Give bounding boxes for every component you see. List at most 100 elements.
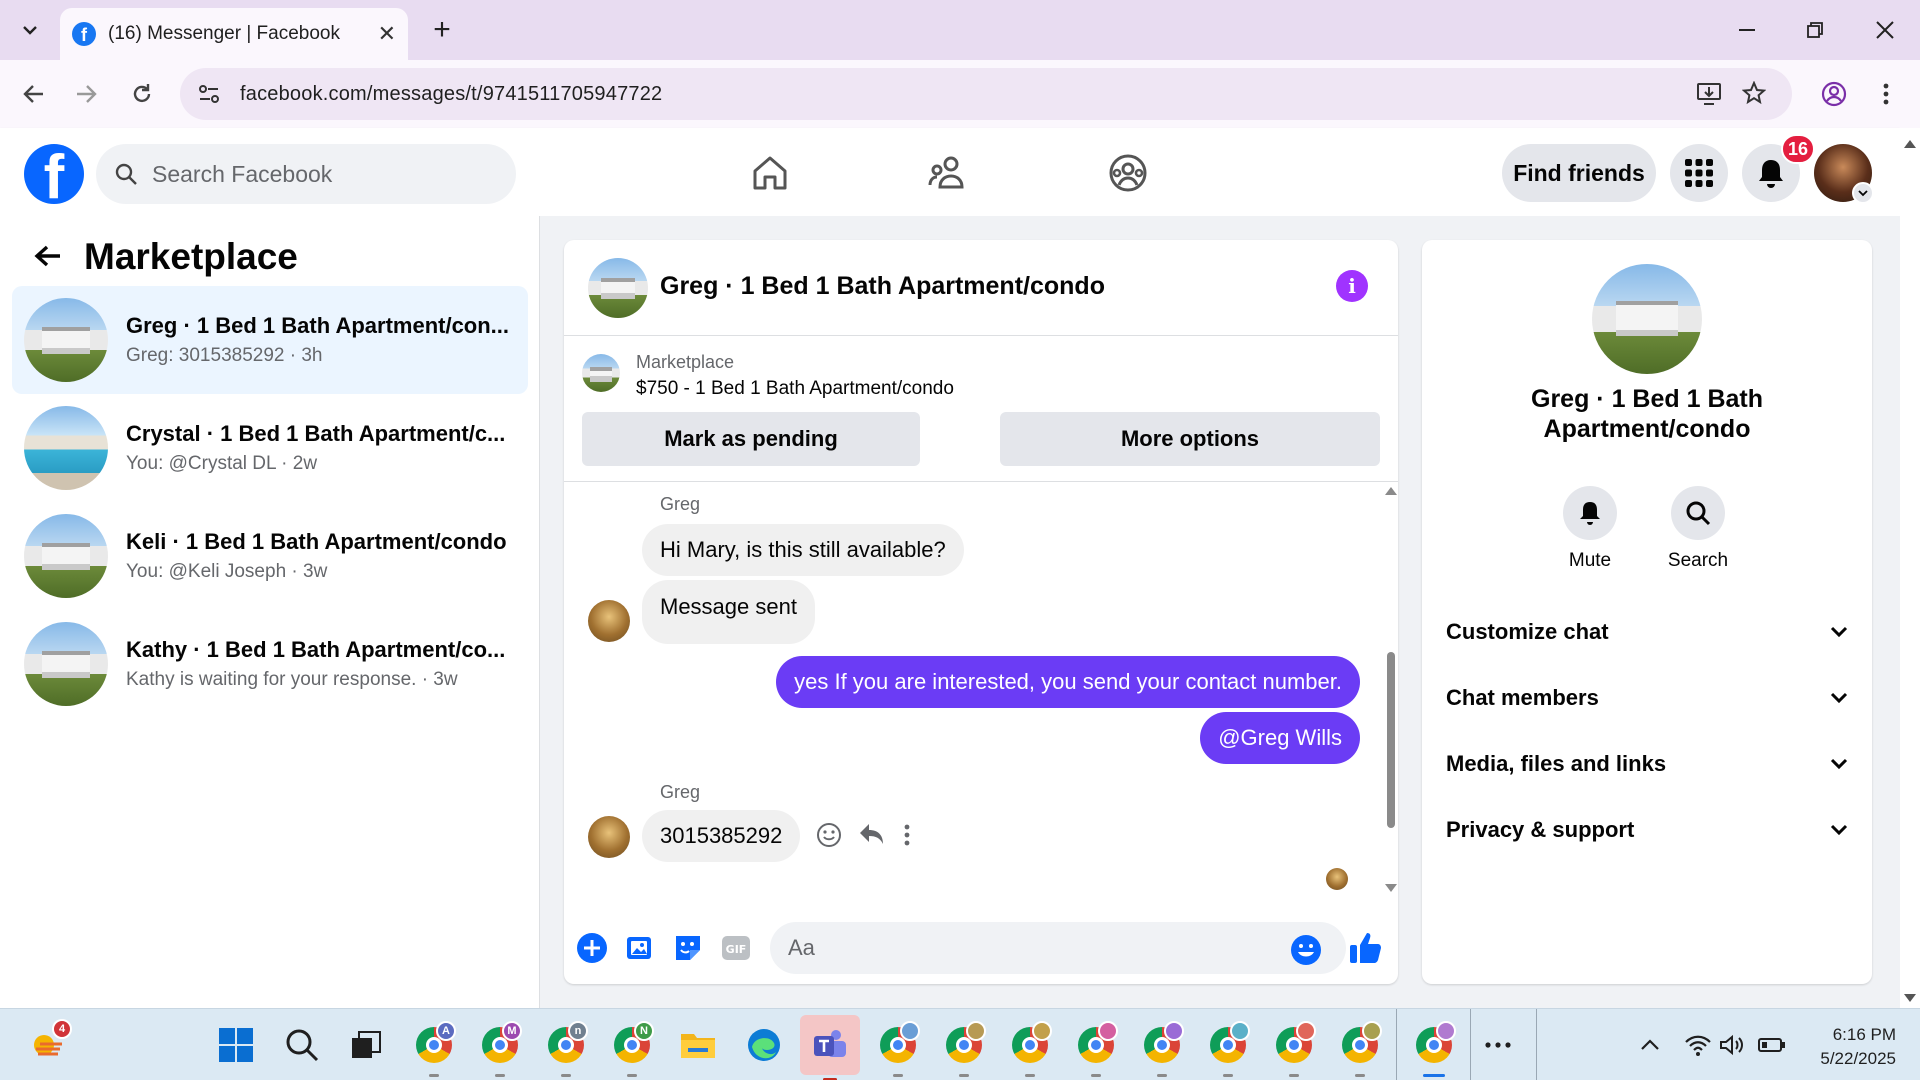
listing-price-title[interactable]: $750 - 1 Bed 1 Bath Apartment/condo — [636, 378, 954, 400]
system-clock[interactable]: 6:16 PM 5/22/2025 — [1786, 1023, 1896, 1071]
windows-taskbar: 4 A M n N 6:16 PM 5/22/2025 — [0, 1008, 1920, 1080]
restore-button[interactable] — [1792, 12, 1838, 48]
edge-browser-icon[interactable] — [738, 1019, 790, 1071]
conversation-item[interactable]: Greg · 1 Bed 1 Bath Apartment/con... Gre… — [12, 286, 528, 394]
minimize-button[interactable] — [1724, 12, 1770, 48]
windows-start-icon[interactable] — [210, 1019, 262, 1071]
chevron-down-icon — [1830, 758, 1848, 770]
emoji-icon[interactable] — [1290, 934, 1322, 966]
browser-profile-icon[interactable] — [1814, 74, 1854, 114]
widgets-badge: 4 — [52, 1019, 72, 1039]
mark-as-pending-button[interactable]: Mark as pending — [582, 412, 920, 466]
find-friends-button[interactable]: Find friends — [1502, 144, 1656, 202]
search-in-chat-button[interactable]: Search — [1658, 486, 1738, 572]
info-icon[interactable]: i — [1336, 270, 1368, 302]
chrome-profile-n2-icon[interactable]: N — [606, 1019, 658, 1077]
chat-title[interactable]: Greg · 1 Bed 1 Bath Apartment/condo — [660, 272, 1105, 301]
menu-grid-icon[interactable] — [1670, 144, 1728, 202]
outgoing-message-bubble[interactable]: yes If you are interested, you send your… — [776, 656, 1360, 708]
thumbs-up-icon[interactable] — [1348, 930, 1384, 966]
conversation-item[interactable]: Keli · 1 Bed 1 Bath Apartment/condo You:… — [12, 502, 528, 610]
forward-button[interactable] — [66, 74, 106, 114]
profile-letter: N — [634, 1021, 654, 1041]
account-chevron-down-icon[interactable] — [1852, 182, 1874, 204]
message-bubble[interactable]: 3015385292 — [642, 810, 801, 862]
chrome-active-icon[interactable] — [1408, 1019, 1460, 1077]
task-view-icon[interactable] — [340, 1019, 392, 1071]
reply-arrow-icon[interactable] — [858, 822, 886, 848]
address-bar[interactable]: facebook.com/messages/t/9741511705947722 — [180, 68, 1792, 120]
page-scrollbar[interactable] — [1900, 128, 1920, 1008]
chrome-profile-n-icon[interactable]: n — [540, 1019, 592, 1077]
chat-details-panel: Greg · 1 Bed 1 Bath Apartment/condo Mute… — [1422, 240, 1872, 984]
chat-avatar[interactable] — [588, 258, 648, 318]
profile-avatar-badge — [1362, 1021, 1382, 1041]
close-window-button[interactable] — [1862, 12, 1908, 48]
mute-button[interactable]: Mute — [1550, 486, 1630, 572]
teams-icon[interactable] — [800, 1015, 860, 1080]
site-info-icon[interactable] — [198, 84, 220, 104]
show-hidden-icons-chevron-up-icon[interactable] — [1624, 1019, 1676, 1071]
message-scrollbar[interactable] — [1384, 482, 1398, 910]
react-smiley-icon[interactable] — [816, 822, 842, 848]
chrome-profile-a-icon[interactable]: A — [408, 1019, 460, 1077]
privacy-support-section[interactable]: Privacy & support — [1446, 802, 1848, 858]
conversation-item[interactable]: Kathy · 1 Bed 1 Bath Apartment/co... Kat… — [12, 610, 528, 718]
profile-thumbnail[interactable] — [1592, 264, 1702, 374]
listing-thumbnail — [24, 298, 108, 382]
conversation-name: Keli · 1 Bed 1 Bath Apartment/condo — [126, 529, 507, 554]
friends-icon[interactable] — [918, 148, 978, 198]
more-apps-icon[interactable] — [1472, 1019, 1524, 1071]
search-icon — [1671, 486, 1725, 540]
facebook-logo-icon[interactable]: f — [24, 144, 84, 204]
chrome-profile-icon[interactable] — [1070, 1019, 1122, 1077]
listing-thumbnail — [24, 514, 108, 598]
file-explorer-icon[interactable] — [672, 1019, 724, 1071]
media-files-links-section[interactable]: Media, files and links — [1446, 736, 1848, 792]
url-text[interactable]: facebook.com/messages/t/9741511705947722 — [240, 83, 662, 106]
more-actions-icon[interactable] — [904, 824, 910, 846]
profile-letter: n — [568, 1021, 588, 1041]
browser-tab-messenger[interactable]: f (16) Messenger | Facebook ✕ — [60, 8, 408, 60]
tab-search-icon[interactable] — [14, 14, 46, 46]
message-bubble[interactable]: Message sent — [642, 580, 815, 644]
chrome-profile-icon[interactable] — [1004, 1019, 1056, 1077]
reload-button[interactable] — [122, 74, 162, 114]
listing-thumbnail[interactable] — [582, 354, 620, 392]
groups-icon[interactable] — [1098, 148, 1158, 198]
chrome-profile-icon[interactable] — [938, 1019, 990, 1077]
listing-thumbnail — [24, 406, 108, 490]
chrome-profile-icon[interactable] — [1136, 1019, 1188, 1077]
back-button[interactable] — [14, 74, 54, 114]
back-arrow-icon[interactable] — [30, 238, 66, 274]
chrome-profile-icon[interactable] — [1334, 1019, 1386, 1077]
bookmark-star-icon[interactable] — [1742, 81, 1766, 105]
home-icon[interactable] — [740, 148, 800, 198]
taskbar-search-icon[interactable] — [276, 1019, 328, 1071]
new-tab-button[interactable]: + — [424, 12, 460, 48]
outgoing-message-bubble[interactable]: @Greg Wills — [1200, 712, 1360, 764]
install-app-icon[interactable] — [1696, 82, 1722, 106]
profile-avatar-badge — [1296, 1021, 1316, 1041]
chrome-profile-icon[interactable] — [1202, 1019, 1254, 1077]
tab-close-icon[interactable]: ✕ — [378, 21, 396, 47]
add-plus-icon[interactable] — [576, 932, 608, 964]
chat-members-section[interactable]: Chat members — [1446, 670, 1848, 726]
chrome-profile-m-icon[interactable]: M — [474, 1019, 526, 1077]
sticker-icon[interactable] — [672, 932, 704, 964]
message-bubble[interactable]: Hi Mary, is this still available? — [642, 524, 964, 576]
facebook-favicon-icon: f — [72, 22, 96, 46]
facebook-search-input[interactable]: Search Facebook — [96, 144, 516, 204]
gif-icon[interactable]: GIF — [720, 932, 752, 964]
customize-chat-section[interactable]: Customize chat — [1446, 604, 1848, 660]
widgets-weather-icon[interactable]: 4 — [22, 1019, 74, 1071]
conversation-item[interactable]: Crystal · 1 Bed 1 Bath Apartment/c... Yo… — [12, 394, 528, 502]
chrome-profile-icon[interactable] — [872, 1019, 924, 1077]
message-input[interactable]: Aa — [770, 922, 1346, 974]
browser-menu-icon[interactable] — [1866, 74, 1906, 114]
chrome-profile-icon[interactable] — [1268, 1019, 1320, 1077]
attach-photo-icon[interactable] — [624, 932, 656, 964]
more-options-button[interactable]: More options — [1000, 412, 1380, 466]
profile-letter: A — [436, 1021, 456, 1041]
message-sender: Greg — [660, 782, 701, 802]
